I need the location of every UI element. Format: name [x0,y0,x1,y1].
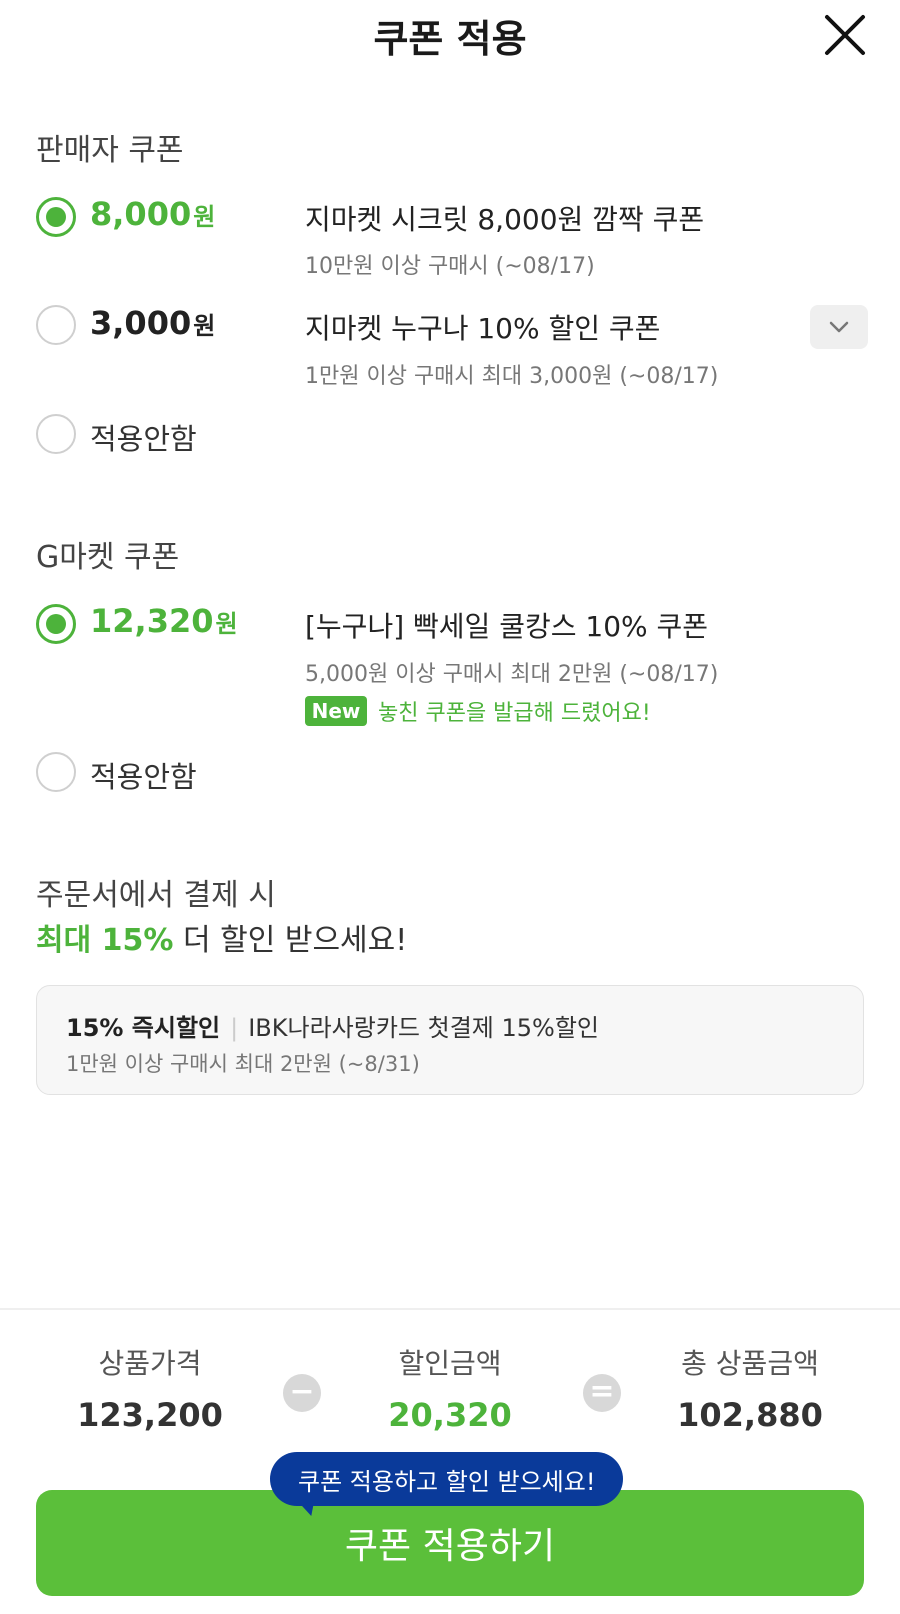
card-discount-condition: 1만원 이상 구매시 최대 2만원 (~8/31) [66,1052,420,1076]
modal-title: 쿠폰 적용 [373,17,527,61]
summary-discount: 할인금액 20,320 [320,1342,580,1434]
equals-icon: = [583,1374,621,1412]
new-badge: New [305,696,367,726]
summary-price: 상품가격 123,200 [20,1342,280,1434]
discount-label: 할인금액 [398,1347,502,1380]
seller-coupon-amount-2: 3,000원 [90,304,216,342]
coupon-dropdown-button[interactable] [810,305,868,349]
card-discount-tag: 15% 즉시할인 [66,1014,221,1042]
gmarket-coupon-radio-1[interactable] [36,604,76,644]
gmarket-no-apply-radio[interactable] [36,752,76,792]
gmarket-no-apply-label: 적용안함 [90,760,197,794]
summary-total: 총 상품금액 102,880 [620,1342,880,1434]
close-button[interactable] [820,10,870,60]
seller-coupon-title: 판매자 쿠폰 [36,133,184,168]
gmarket-coupon-name-1: [누구나] 빡세일 쿨캉스 10% 쿠폰 [305,610,709,643]
seller-coupon-condition-2: 1만원 이상 구매시 최대 3,000원 (~08/17) [305,364,719,389]
card-discount-separator: | [230,1014,239,1042]
card-discount-title-row: 15% 즉시할인 | IBK나라사랑카드 첫결제 15%할인 [66,1008,599,1043]
summary-divider [0,1308,900,1310]
seller-coupon-name-1: 지마켓 시크릿 8,000원 깜짝 쿠폰 [305,203,705,236]
new-coupon-note: 놓친 쿠폰을 발급해 드렸어요! [378,701,651,726]
close-icon [825,15,865,55]
discount-value: 20,320 [388,1396,512,1434]
total-value: 102,880 [677,1396,823,1434]
total-label: 총 상품금액 [681,1347,819,1380]
price-label: 상품가격 [98,1347,202,1380]
seller-no-apply-radio[interactable] [36,414,76,454]
price-value: 123,200 [77,1396,223,1434]
card-discount-title: IBK나라사랑카드 첫결제 15%할인 [248,1014,599,1042]
seller-coupon-radio-2[interactable] [36,305,76,345]
promo-subheading: 최대 15% 더 할인 받으세요! [36,923,408,958]
seller-coupon-amount-1: 8,000원 [90,195,216,233]
apply-tooltip: 쿠폰 적용하고 할인 받으세요! [270,1452,624,1506]
gmarket-coupon-amount-1: 12,320원 [90,602,238,640]
promo-highlight: 최대 15% [36,923,174,958]
gmarket-coupon-condition-1: 5,000원 이상 구매시 최대 2만원 (~08/17) [305,662,719,687]
modal-header: 쿠폰 적용 [0,0,900,70]
chevron-down-icon [829,321,849,333]
seller-coupon-condition-1: 10만원 이상 구매시 (~08/17) [305,254,595,279]
gmarket-coupon-title: G마켓 쿠폰 [36,540,180,575]
card-discount-box[interactable]: 15% 즉시할인 | IBK나라사랑카드 첫결제 15%할인 1만원 이상 구매시 … [36,985,864,1095]
seller-coupon-radio-1[interactable] [36,197,76,237]
promo-heading: 주문서에서 결제 시 [36,878,276,913]
seller-coupon-name-2: 지마켓 누구나 10% 할인 쿠폰 [305,312,661,345]
minus-icon: − [283,1374,321,1412]
seller-no-apply-label: 적용안함 [90,422,197,456]
